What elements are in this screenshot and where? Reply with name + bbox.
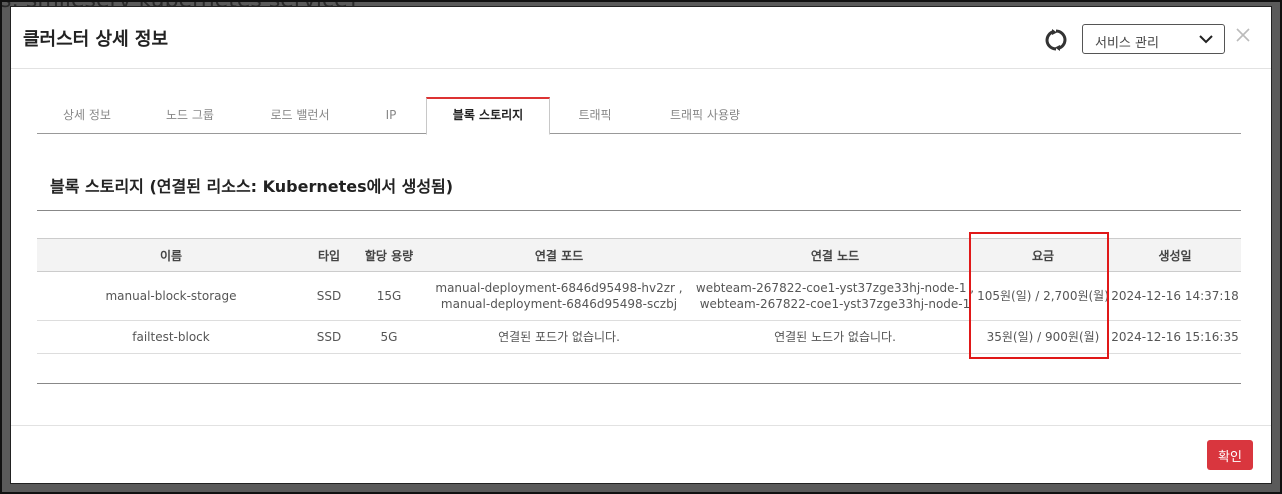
cell-nodes: webteam-267822-coe1-yst37zge33hj-node-1 …: [693, 271, 977, 321]
cell-pods: 연결된 포드가 없습니다.: [425, 320, 693, 354]
divider: [37, 383, 1241, 384]
node-name: webteam-267822-coe1-yst37zge33hj-node-1 …: [695, 281, 975, 295]
tab-ip[interactable]: IP: [357, 97, 425, 134]
tab-block-storage[interactable]: 블록 스토리지: [426, 97, 550, 135]
modal-title: 클러스터 상세 정보: [23, 29, 169, 50]
tab-traffic-usage[interactable]: 트래픽 사용량: [640, 97, 770, 134]
modal-header: 클러스터 상세 정보 서비스 관리: [11, 7, 1271, 69]
refresh-icon[interactable]: [1044, 28, 1068, 52]
footer-divider: [11, 425, 1271, 426]
cell-pods: manual-deployment-6846d95498-hv2zr , man…: [425, 271, 693, 321]
column-header-type: 타입: [305, 238, 353, 272]
divider: [37, 210, 1241, 211]
confirm-button[interactable]: 확인: [1207, 440, 1253, 470]
column-header-fee: 요금: [977, 238, 1109, 272]
detail-tabs: 상세 정보 노드 그룹 로드 밸런서 IP 블록 스토리지 트래픽 트래픽 사용…: [37, 97, 1241, 135]
tab-node-groups[interactable]: 노드 그룹: [137, 97, 243, 134]
column-header-name: 이름: [37, 238, 305, 272]
cell-fee: 105원(일) / 2,700원(월): [977, 271, 1109, 321]
cell-capacity: 5G: [353, 320, 425, 354]
table-row: failtest-block SSD 5G 연결된 포드가 없습니다. 연결된 …: [37, 320, 1241, 354]
cell-capacity: 15G: [353, 271, 425, 321]
cell-name: manual-block-storage: [37, 271, 305, 321]
column-header-pods: 연결 포드: [425, 238, 693, 272]
cell-name: failtest-block: [37, 320, 305, 354]
column-header-capacity: 할당 용량: [353, 238, 425, 272]
column-header-nodes: 연결 노드: [693, 238, 977, 272]
cell-nodes: 연결된 노드가 없습니다.: [693, 320, 977, 354]
cell-created: 2024-12-16 15:16:35: [1109, 320, 1241, 354]
cell-created: 2024-12-16 14:37:18: [1109, 271, 1241, 321]
cell-fee: 35원(일) / 900원(월): [977, 320, 1109, 354]
table-header-row: 이름 타입 할당 용량 연결 포드 연결 노드 요금 생성일: [37, 238, 1241, 272]
cell-type: SSD: [305, 271, 353, 321]
tab-details[interactable]: 상세 정보: [37, 97, 137, 134]
table-row: manual-block-storage SSD 15G manual-depl…: [37, 271, 1241, 321]
service-select-value: 서비스 관리: [1095, 36, 1159, 51]
pod-name: manual-deployment-6846d95498-sczbj: [440, 297, 678, 311]
service-management-select[interactable]: 서비스 관리: [1082, 24, 1225, 54]
pod-name: manual-deployment-6846d95498-hv2zr ,: [435, 281, 683, 295]
chevron-down-icon: [1199, 35, 1213, 44]
cluster-detail-modal: 클러스터 상세 정보 서비스 관리 상세 정보 노드 그룹 로드 밸런서 IP …: [10, 6, 1272, 484]
tab-traffic[interactable]: 트래픽: [550, 97, 640, 134]
close-icon[interactable]: [1235, 27, 1251, 43]
block-storage-table: 이름 타입 할당 용량 연결 포드 연결 노드 요금 생성일 manual-bl…: [37, 238, 1241, 354]
cell-type: SSD: [305, 320, 353, 354]
node-name: webteam-267822-coe1-yst37zge33hj-node-1: [699, 297, 971, 311]
section-title: 블록 스토리지 (연결된 리소스: Kubernetes에서 생성됨): [50, 177, 454, 196]
column-header-created: 생성일: [1109, 238, 1241, 272]
tab-load-balancer[interactable]: 로드 밸런서: [243, 97, 357, 134]
